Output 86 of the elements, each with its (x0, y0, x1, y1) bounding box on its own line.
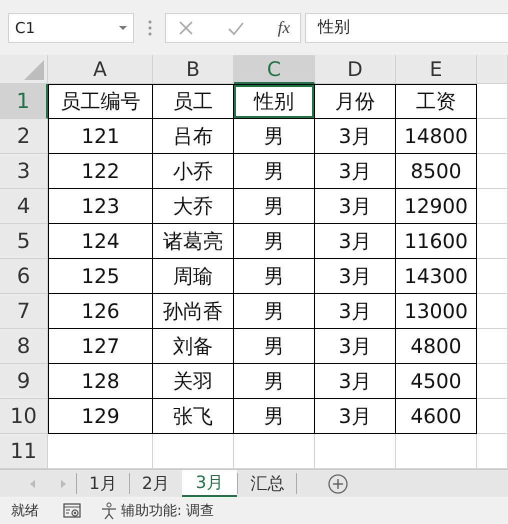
table-cell: 14800 (396, 119, 477, 154)
table-cell: 3月 (315, 224, 396, 260)
table-cell: 男 (234, 364, 315, 400)
cancel-icon (178, 20, 194, 36)
column-header[interactable]: C (234, 55, 315, 84)
check-icon (226, 20, 245, 36)
table-cell: 126 (48, 294, 153, 330)
table-cell: 124 (48, 224, 153, 260)
table-cell: 121 (48, 119, 153, 154)
table-cell: 员工编号 (48, 84, 153, 120)
table-cell: 男 (234, 189, 315, 224)
table-cell: 3月 (315, 259, 396, 294)
table-cell: 3月 (315, 189, 396, 224)
table-cell: 男 (234, 224, 315, 260)
row-header[interactable]: 11 (0, 434, 48, 470)
table-cell: 诸葛亮 (153, 224, 234, 260)
row-header[interactable]: 2 (0, 119, 48, 154)
table-cell: 3月 (315, 364, 396, 400)
column-header[interactable]: A (48, 55, 153, 84)
table-cell: 周瑜 (153, 259, 234, 294)
status-text: 就绪 (11, 502, 39, 520)
formula-field[interactable]: 性别 (305, 12, 508, 43)
table-cell: 122 (48, 154, 153, 190)
table-cell: 刘备 (153, 329, 234, 364)
table-cell: 关羽 (153, 364, 234, 400)
table-cell: 3月 (315, 154, 396, 190)
row-header[interactable]: 7 (0, 294, 48, 330)
table-cell: 男 (234, 259, 315, 294)
drag-handle-icon (148, 20, 152, 36)
table-cell: 127 (48, 329, 153, 364)
caret-icon (119, 26, 127, 30)
scroll-left-icon (30, 480, 35, 488)
column-header[interactable]: B (153, 55, 234, 84)
sheet-tab[interactable]: 汇总 (237, 473, 296, 494)
table-cell: 男 (234, 329, 315, 364)
sheet-tab[interactable]: 1月 (76, 473, 129, 494)
sheet-tab[interactable]: 3月 (182, 470, 238, 498)
macro-record-icon (63, 502, 81, 520)
row-header[interactable]: 1 (0, 84, 48, 120)
name-box[interactable]: C1 (8, 12, 134, 43)
table-cell: 3月 (315, 294, 396, 330)
table-cell: 12900 (396, 189, 477, 224)
insert-function-button[interactable]: fx (278, 18, 290, 38)
table-cell: 8500 (396, 154, 477, 190)
table-cell: 性别 (234, 84, 315, 120)
table-cell: 工资 (396, 84, 477, 120)
row-header[interactable]: 8 (0, 329, 48, 364)
table-cell: 123 (48, 189, 153, 224)
scroll-right-icon (61, 480, 66, 488)
column-header[interactable]: D (315, 55, 396, 84)
table-cell: 3月 (315, 119, 396, 154)
table-cell: 男 (234, 154, 315, 190)
table-cell: 男 (234, 294, 315, 330)
column-header[interactable] (477, 55, 508, 84)
table-cell: 孙尚香 (153, 294, 234, 330)
row-header[interactable]: 5 (0, 224, 48, 260)
table-cell: 小乔 (153, 154, 234, 190)
table-cell: 3月 (315, 329, 396, 364)
table-cell: 11600 (396, 224, 477, 260)
table-cell: 4500 (396, 364, 477, 400)
table-cell: 月份 (315, 84, 396, 120)
table-cell: 128 (48, 364, 153, 400)
table-cell: 张飞 (153, 399, 234, 434)
row-header[interactable]: 10 (0, 399, 48, 434)
table-cell: 125 (48, 259, 153, 294)
add-sheet-icon[interactable] (328, 474, 348, 494)
table-cell: 3月 (315, 399, 396, 434)
row-header[interactable]: 4 (0, 189, 48, 224)
select-all-button[interactable] (0, 55, 48, 84)
table-cell: 4600 (396, 399, 477, 434)
row-header[interactable]: 3 (0, 154, 48, 190)
table-cell: 男 (234, 119, 315, 154)
table-cell: 大乔 (153, 189, 234, 224)
row-header[interactable]: 9 (0, 364, 48, 400)
column-header[interactable]: E (396, 55, 477, 84)
table-cell: 男 (234, 399, 315, 434)
accessibility-icon (101, 502, 117, 520)
table-cell: 4800 (396, 329, 477, 364)
table-cell: 13000 (396, 294, 477, 330)
table-cell: 吕布 (153, 119, 234, 154)
table-cell: 14300 (396, 259, 477, 294)
row-header[interactable]: 6 (0, 259, 48, 294)
table-cell: 员工 (153, 84, 234, 120)
accessibility-status[interactable]: 辅助功能: 调查 (121, 502, 214, 520)
select-all-icon (24, 60, 44, 80)
table-cell: 129 (48, 399, 153, 434)
